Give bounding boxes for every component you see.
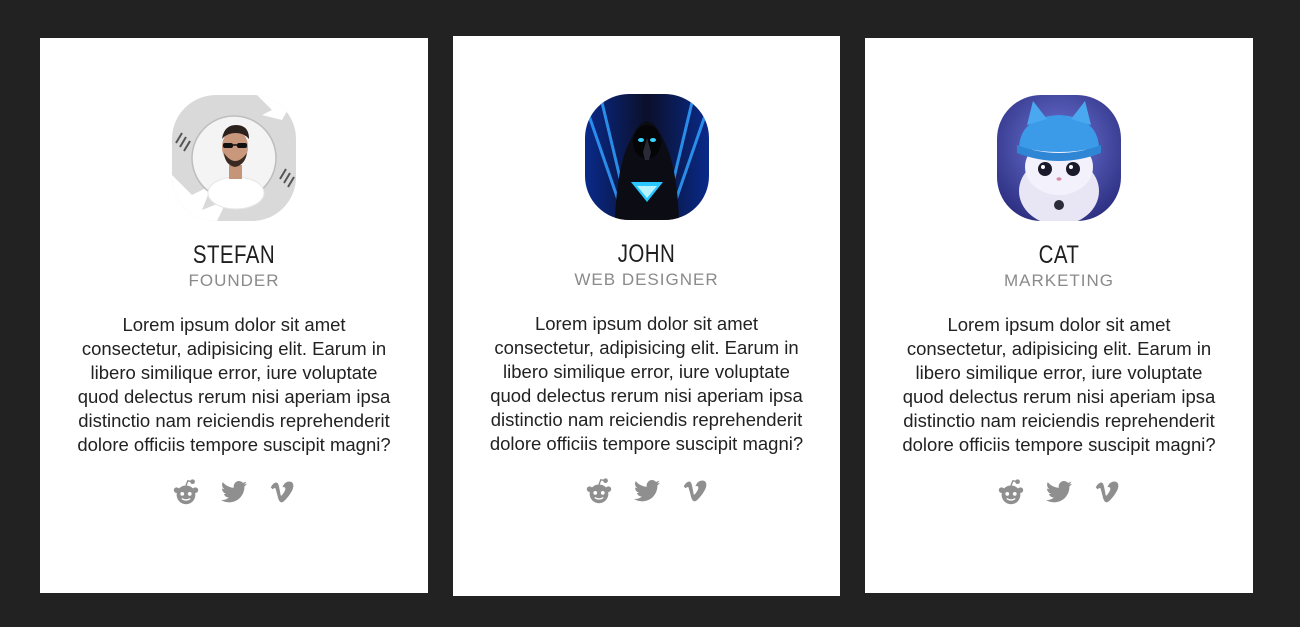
twitter-icon[interactable] (632, 476, 662, 506)
social-links (40, 477, 428, 507)
member-name: CAT (1038, 241, 1080, 269)
reddit-icon[interactable] (996, 477, 1026, 507)
twitter-icon[interactable] (219, 477, 249, 507)
member-bio: Lorem ipsum dolor sit amet consectetur, … (489, 313, 804, 454)
social-links (453, 476, 840, 506)
team-card-john: JOHN WEB DESIGNER Lorem ipsum dolor sit … (453, 36, 840, 596)
vimeo-icon[interactable] (1092, 477, 1122, 507)
social-links (865, 477, 1253, 507)
avatar (997, 95, 1121, 221)
team-card-stefan: STEFAN FOUNDER Lorem ipsum dolor sit ame… (40, 38, 428, 593)
vimeo-icon[interactable] (267, 477, 297, 507)
reddit-icon[interactable] (584, 476, 614, 506)
avatar (172, 95, 296, 221)
vimeo-icon[interactable] (680, 476, 710, 506)
member-role: FOUNDER (188, 271, 280, 290)
avatar (584, 94, 709, 220)
member-role: WEB DESIGNER (574, 270, 719, 289)
member-name: STEFAN (192, 241, 276, 269)
member-name: JOHN (617, 240, 676, 268)
twitter-icon[interactable] (1044, 477, 1074, 507)
member-role: MARKETING (1003, 271, 1115, 290)
team-card-cat: CAT MARKETING Lorem ipsum dolor sit amet… (865, 38, 1253, 593)
reddit-icon[interactable] (171, 477, 201, 507)
member-bio: Lorem ipsum dolor sit amet consectetur, … (77, 314, 391, 455)
member-bio: Lorem ipsum dolor sit amet consectetur, … (902, 314, 1216, 455)
